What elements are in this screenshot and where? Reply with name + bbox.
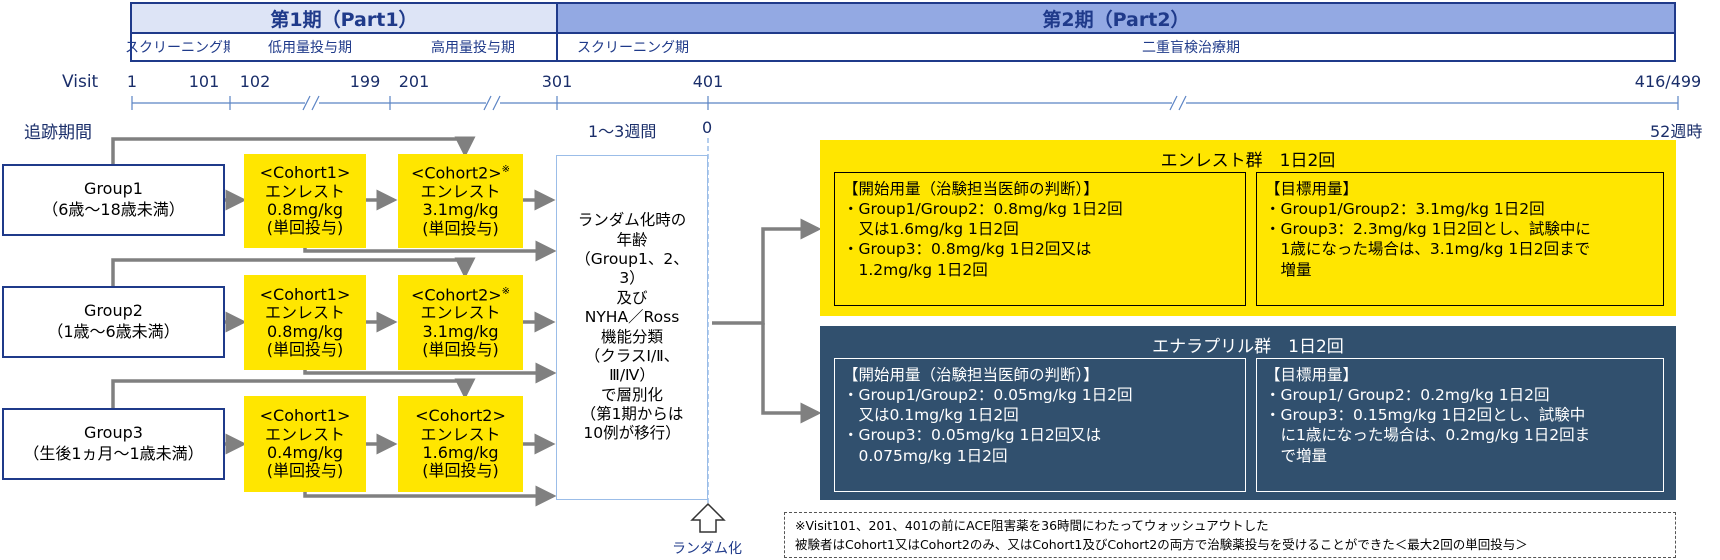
strat-line: NYHA／Ross (584, 308, 680, 327)
washout-footnote: ※Visit101、201、401の前にACE阻害薬を36時間にわたってウォッシ… (784, 512, 1676, 558)
strat-line: 3） (619, 269, 645, 288)
footnote-mark: ※ (501, 285, 511, 297)
target-dose-title: 【目標用量】 (1265, 366, 1359, 384)
footnote-mark: ※ (501, 164, 511, 176)
start-dose-line: ・Group3：0.05mg/kg 1日2回又は (843, 426, 1102, 445)
start-dose-line: 0.075mg/kg 1日2回 (843, 446, 1008, 465)
enalapril-target-dose-box: 【目標用量】 ・Group1/ Group2：0.2mg/kg 1日2回 ・Gr… (1256, 358, 1664, 492)
cohort-title: <Cohort1> (259, 284, 351, 304)
start-dose-line: 1.2mg/kg 1日2回 (843, 260, 988, 279)
cohort-drug: エンレスト (420, 424, 501, 444)
entresto-arm-title: エンレスト群 1日2回 (1160, 151, 1336, 171)
target-dose-line: ・Group3：0.15mg/kg 1日2回とし、試験中 (1265, 406, 1586, 425)
cohort-dose: 0.8mg/kg (267, 321, 343, 341)
strat-line: 機能分類 (600, 327, 663, 346)
group3-cohort1-box: <Cohort1> エンレスト 0.4mg/kg (単回投与) (244, 396, 366, 492)
cohort-dose: 1.6mg/kg (422, 443, 499, 462)
group1-box: Group1 （6歳～18歳未満） (2, 164, 225, 236)
group3-name: Group3 (84, 423, 143, 443)
entresto-start-dose-box: 【開始用量（治験担当医師の判断）】 ・Group1/Group2：0.8mg/k… (834, 172, 1246, 306)
cohort-note: (単回投与) (266, 218, 344, 238)
target-dose-title: 【目標用量】 (1265, 180, 1359, 198)
cohort-title: <Cohort1> (259, 406, 351, 426)
footnote-line: 被験者はCohort1又はCohort2のみ、又はCohort1及びCohort… (795, 536, 1528, 552)
cohort-dose: 3.1mg/kg (422, 200, 499, 220)
target-dose-line: ・Group3：2.3mg/kg 1日2回とし、試験中に (1265, 220, 1591, 239)
strat-line: ランダム化時の (577, 211, 687, 230)
cohort-drug: エンレスト (420, 181, 501, 201)
enalapril-start-dose-box: 【開始用量（治験担当医師の判断）】 ・Group1/Group2：0.05mg/… (834, 358, 1246, 492)
enalapril-arm-title: エナラプリル群 1日2回 (1152, 337, 1344, 357)
start-dose-line: ・Group3：0.8mg/kg 1日2回又は (843, 240, 1092, 259)
entresto-arm-panel: エンレスト群 1日2回 【開始用量（治験担当医師の判断）】 ・Group1/Gr… (820, 140, 1676, 316)
start-dose-line: ・Group1/Group2：0.8mg/kg 1日2回 (843, 200, 1123, 219)
strat-line: （クラスⅠ/Ⅱ、 (584, 346, 680, 365)
group3-cohort2-box: <Cohort2> エンレスト 1.6mg/kg (単回投与) (398, 396, 523, 492)
group2-name: Group2 (84, 301, 143, 321)
cohort-note: (単回投与) (266, 339, 344, 359)
entresto-target-dose-box: 【目標用量】 ・Group1/Group2：3.1mg/kg 1日2回 ・Gro… (1256, 172, 1664, 306)
start-dose-line: 又は1.6mg/kg 1日2回 (843, 220, 1019, 239)
randomization-arrow-icon (690, 502, 726, 533)
cohort-title: <Cohort1> (259, 163, 351, 183)
cohort-title: <Cohort2> (410, 163, 502, 183)
cohort-drug: エンレスト (420, 303, 501, 323)
strat-line: 年齢 (616, 230, 648, 249)
cohort-dose: 0.8mg/kg (267, 200, 343, 219)
group2-cohort1-box: <Cohort1> エンレスト 0.8mg/kg (単回投与) (244, 275, 366, 370)
cohort-note: (単回投与) (422, 340, 499, 360)
group1-cohort1-box: <Cohort1> エンレスト 0.8mg/kg (単回投与) (244, 154, 366, 248)
start-dose-title: 【開始用量（治験担当医師の判断）】 (843, 180, 1099, 198)
enalapril-arm-panel: エナラプリル群 1日2回 【開始用量（治験担当医師の判断）】 ・Group1/G… (820, 326, 1676, 500)
target-dose-line: ・Group1/Group2：3.1mg/kg 1日2回 (1265, 200, 1545, 219)
cohort-dose: 3.1mg/kg (422, 321, 499, 341)
group2-box: Group2 （1歳～6歳未満） (2, 286, 225, 358)
target-dose-line: ・Group1/ Group2：0.2mg/kg 1日2回 (1265, 386, 1550, 405)
target-dose-line: 1歳になった場合は、3.1mg/kg 1日2回まで (1265, 240, 1591, 259)
cohort-note: (単回投与) (266, 461, 344, 481)
group2-age: （1歳～6歳未満） (47, 322, 180, 341)
cohort-note: (単回投与) (422, 218, 499, 238)
cohort-drug: エンレスト (264, 424, 345, 444)
cohort-note: (単回投与) (422, 461, 499, 481)
strat-line: （Group1、2、 (575, 250, 689, 268)
target-dose-line: で増量 (1265, 446, 1328, 465)
cohort-title: <Cohort2> (415, 406, 506, 426)
cohort-dose: 0.4mg/kg (267, 443, 343, 462)
target-dose-line: 増量 (1265, 260, 1312, 279)
stratification-box: ランダム化時の 年齢 （Group1、2、 3） 及び NYHA／Ross 機能… (556, 155, 708, 500)
strat-line: 及び (616, 288, 648, 307)
strat-line: （第1期からは (580, 405, 684, 423)
group1-name: Group1 (84, 179, 143, 199)
group1-cohort2-box: <Cohort2>※ エンレスト 3.1mg/kg (単回投与) (398, 154, 523, 248)
start-dose-title: 【開始用量（治験担当医師の判断）】 (843, 366, 1099, 384)
start-dose-line: 又は0.1mg/kg 1日2回 (843, 406, 1019, 425)
group2-cohort2-box: <Cohort2>※ エンレスト 3.1mg/kg (単回投与) (398, 275, 523, 370)
cohort-title: <Cohort2> (410, 284, 502, 304)
timeline-axis (131, 95, 1679, 111)
group1-age: （6歳～18歳未満） (42, 200, 185, 219)
cohort-drug: エンレスト (264, 181, 345, 201)
group3-box: Group3 （生後1ヵ月～1歳未満） (2, 408, 225, 480)
start-dose-line: ・Group1/Group2：0.05mg/kg 1日2回 (843, 386, 1133, 405)
footnote-line: ※Visit101、201、401の前にACE阻害薬を36時間にわたってウォッシ… (795, 518, 1269, 533)
cohort-drug: エンレスト (264, 303, 345, 323)
strat-line: Ⅲ/Ⅳ） (609, 366, 655, 385)
randomization-label: ランダム化 (672, 541, 742, 557)
strat-line: 10例が移行） (583, 424, 681, 443)
target-dose-line: に1歳になった場合は、0.2mg/kg 1日2回ま (1265, 426, 1591, 445)
group3-age: （生後1ヵ月～1歳未満） (23, 444, 204, 463)
strat-line: で層別化 (600, 385, 663, 404)
